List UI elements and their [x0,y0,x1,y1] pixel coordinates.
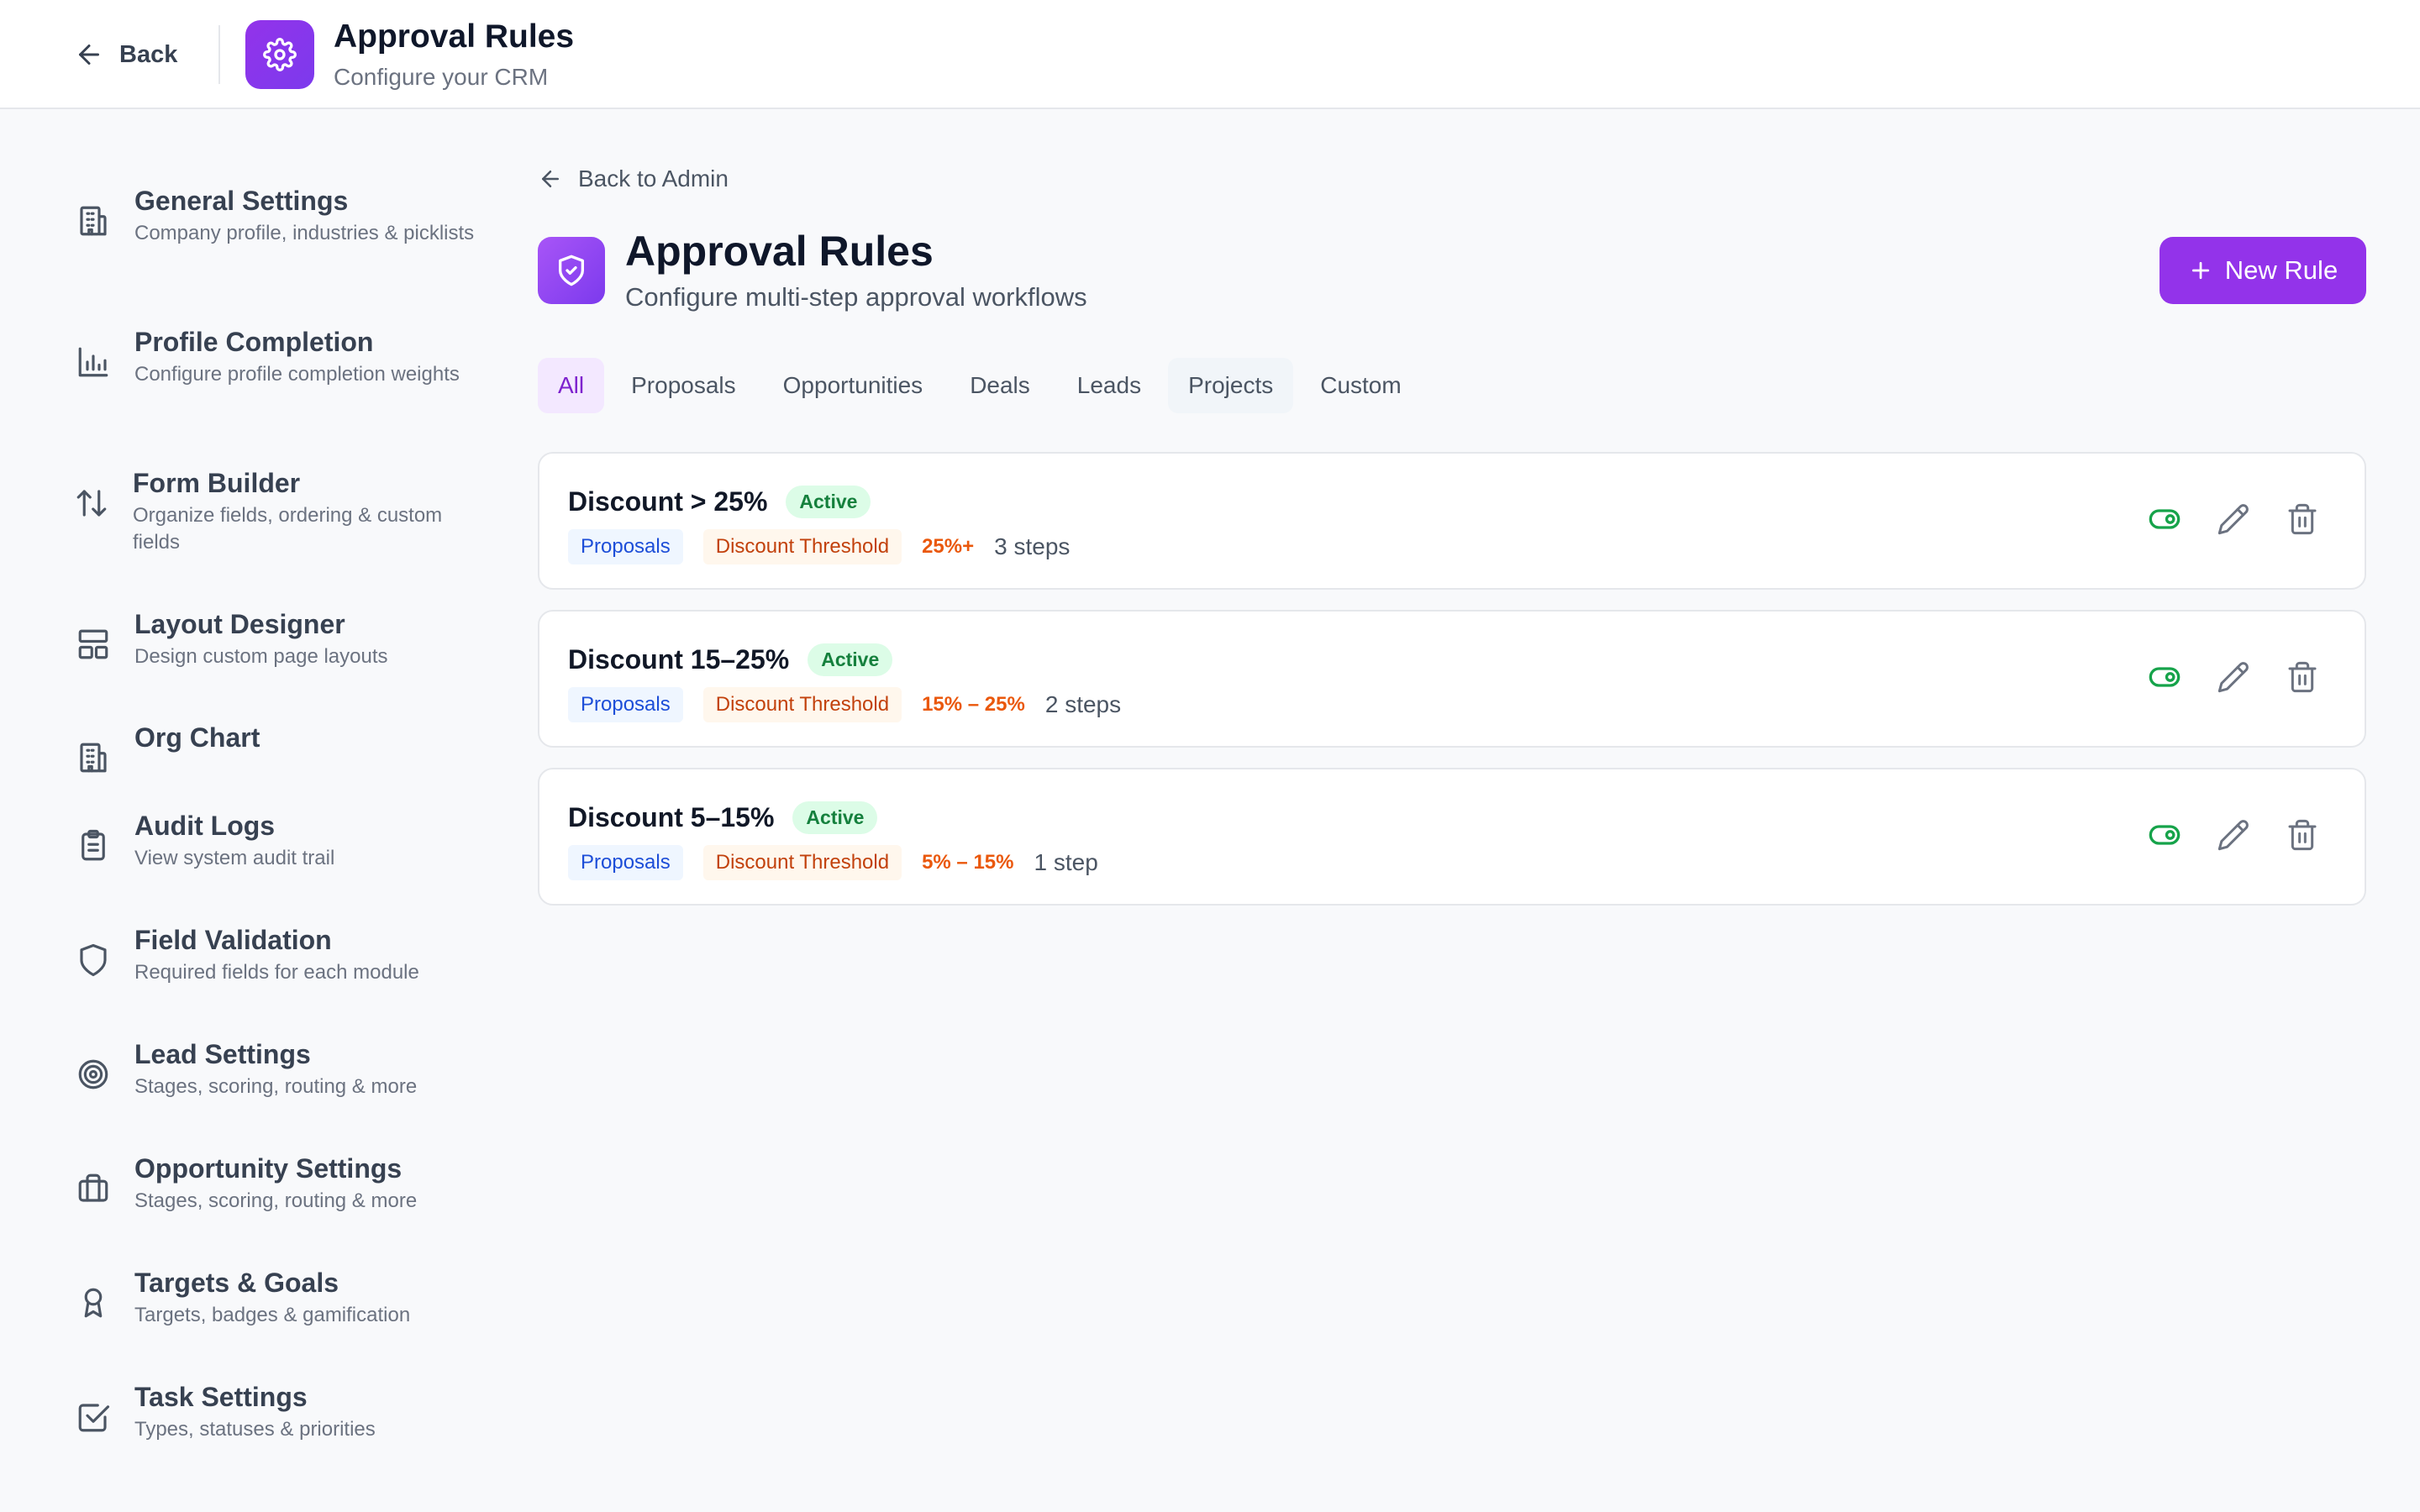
tab-all[interactable]: All [538,358,605,413]
clipboard-icon [76,828,111,864]
sidebar-item-general-settings[interactable]: General Settings Company profile, indust… [76,183,487,247]
settings-sidebar: General Settings Company profile, indust… [0,109,504,1512]
sidebar-item-desc: Required fields for each module [134,961,419,984]
edit-pencil-icon[interactable] [2217,502,2250,536]
sidebar-item-label: Audit Logs [134,811,276,841]
sidebar-item-desc: Stages, scoring, routing & more [134,1075,418,1098]
bar-chart-icon [76,344,111,380]
sidebar-item-opportunity-settings[interactable]: Opportunity Settings Stages, scoring, ro… [76,1151,487,1215]
sidebar-item-label: Org Chart [134,722,260,753]
briefcase-icon [76,1171,111,1206]
tab-opportunities[interactable]: Opportunities [763,358,944,413]
new-rule-button[interactable]: New Rule [2160,237,2366,304]
threshold-range: 25%+ [922,535,975,558]
tab-custom[interactable]: Custom [1300,358,1421,413]
tab-leads[interactable]: Leads [1057,358,1161,413]
sidebar-item-desc: Stages, scoring, routing & more [134,1189,418,1212]
toggle-on-icon[interactable] [2148,502,2181,536]
shield-icon [76,942,111,978]
sort-arrows-icon [74,486,109,521]
checkbox-icon [76,1399,111,1435]
sidebar-item-form-builder[interactable]: Form Builder Organize fields, ordering &… [74,465,486,556]
edit-pencil-icon[interactable] [2217,818,2250,852]
rule-type-tag: Discount Threshold [702,845,902,880]
toggle-on-icon[interactable] [2148,660,2181,694]
rule-card[interactable]: Discount 5–15% Active Proposals Discount… [538,768,2366,906]
rule-type-tag: Discount Threshold [702,529,902,564]
new-rule-label: New Rule [2224,255,2338,285]
sidebar-item-audit-logs[interactable]: Audit Logs View system audit trail [76,808,487,872]
status-badge: Active [786,486,871,518]
sidebar-item-desc: Configure profile completion weights [134,363,460,386]
sidebar-item-label: Opportunity Settings [134,1153,402,1184]
rule-name: Discount 15–25% [568,644,790,675]
sidebar-item-field-validation[interactable]: Field Validation Required fields for eac… [76,922,487,986]
top-header: Back Approval Rules Configure your CRM [0,0,2420,109]
building-icon [76,740,111,775]
target-icon [76,1057,111,1092]
sidebar-item-label: Profile Completion [134,327,374,357]
sidebar-item-desc: Targets, badges & gamification [134,1304,411,1326]
sidebar-item-label: Layout Designer [134,609,345,639]
page-title: Approval Rules [625,228,934,275]
back-button-label: Back [119,40,178,68]
tab-projects[interactable]: Projects [1168,358,1294,413]
header-subtitle: Configure your CRM [334,64,549,90]
gear-icon [245,20,314,89]
sidebar-item-profile-completion[interactable]: Profile Completion Configure profile com… [76,324,487,388]
rule-type-tag: Discount Threshold [702,687,902,722]
sidebar-item-desc: Types, statuses & priorities [134,1418,376,1441]
module-tag: Proposals [568,529,683,564]
sidebar-item-org-chart[interactable]: Org Chart [76,720,487,775]
sidebar-item-desc: Company profile, industries & picklists [134,222,475,244]
sidebar-item-label: Lead Settings [134,1039,311,1069]
shield-check-icon [538,237,605,304]
page-subtitle: Configure multi-step approval workflows [625,282,1087,312]
rule-card[interactable]: Discount > 25% Active Proposals Discount… [538,452,2366,590]
sidebar-item-label: General Settings [134,186,349,216]
sidebar-item-label: Form Builder [133,468,301,498]
sidebar-item-label: Targets & Goals [134,1268,339,1298]
trash-icon[interactable] [2286,502,2319,536]
header-title: Approval Rules [334,18,575,55]
sidebar-item-desc: Organize fields, ordering & custom field… [133,504,443,554]
sidebar-item-label: Task Settings [134,1382,308,1412]
back-to-admin-label: Back to Admin [578,165,729,192]
step-count: 3 steps [994,533,1071,559]
sidebar-item-targets-goals[interactable]: Targets & Goals Targets, badges & gamifi… [76,1265,487,1329]
step-count: 2 steps [1044,691,1122,717]
rule-name: Discount 5–15% [568,802,775,832]
sidebar-item-lead-settings[interactable]: Lead Settings Stages, scoring, routing &… [76,1037,487,1100]
threshold-range: 5% – 15% [922,851,1014,874]
layout-icon [76,627,111,662]
status-badge: Active [808,643,893,676]
trash-icon[interactable] [2286,660,2319,694]
sidebar-item-task-settings[interactable]: Task Settings Types, statuses & prioriti… [76,1379,487,1443]
trash-icon[interactable] [2286,818,2319,852]
tab-proposals[interactable]: Proposals [611,358,756,413]
arrow-left-icon [538,166,563,192]
tab-deals[interactable]: Deals [950,358,1050,413]
arrow-left-icon [74,39,104,70]
plus-icon [2188,258,2213,283]
building-icon [76,203,111,239]
step-count: 1 step [1034,849,1098,875]
header-divider [218,25,220,84]
edit-pencil-icon[interactable] [2217,660,2250,694]
back-to-admin-link[interactable]: Back to Admin [538,164,729,194]
sidebar-item-label: Field Validation [134,925,332,955]
sidebar-item-desc: Design custom page layouts [134,645,388,668]
rule-card[interactable]: Discount 15–25% Active Proposals Discoun… [538,610,2366,748]
status-badge: Active [792,801,878,834]
module-filter-tabs: All Proposals Opportunities Deals Leads … [538,358,1422,413]
award-icon [76,1285,111,1320]
module-tag: Proposals [568,845,683,880]
back-button[interactable]: Back [74,34,177,76]
sidebar-item-desc: View system audit trail [134,847,335,869]
toggle-on-icon[interactable] [2148,818,2181,852]
sidebar-item-layout-designer[interactable]: Layout Designer Design custom page layou… [76,606,487,670]
threshold-range: 15% – 25% [922,693,1025,716]
rule-name: Discount > 25% [568,486,768,517]
module-tag: Proposals [568,687,683,722]
